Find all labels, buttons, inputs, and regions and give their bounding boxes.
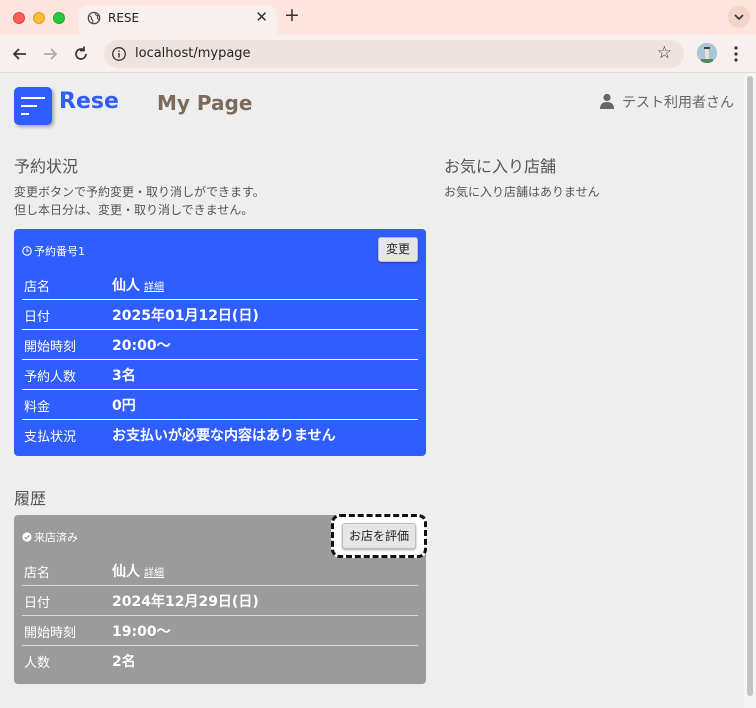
note-line: 但し本日分は、変更・取り消しできません。: [14, 203, 254, 217]
logo-text[interactable]: Rese: [59, 89, 119, 114]
menu-line: [21, 97, 45, 99]
review-shop-button[interactable]: お店を評価: [342, 523, 416, 549]
url-text: localhost/mypage: [135, 46, 251, 61]
table-row: 予約人数 3名: [22, 360, 418, 390]
row-value: 20:00〜: [112, 338, 171, 354]
reservations-note: 変更ボタンで予約変更・取り消しができます。 但し本日分は、変更・取り消しできませ…: [14, 183, 265, 219]
row-key: 支払状況: [24, 430, 77, 445]
row-value: 2名: [112, 654, 136, 670]
table-row: 日付 2025年01月12日(日): [22, 300, 418, 330]
row-value: お支払いが必要な内容はありません: [112, 428, 336, 444]
url-field[interactable]: localhost/mypage ☆: [104, 40, 684, 68]
address-bar-row: localhost/mypage ☆: [0, 35, 756, 73]
page-title: My Page: [157, 91, 253, 115]
change-button[interactable]: 変更: [378, 237, 418, 262]
forward-arrow-icon: [44, 48, 58, 60]
visited-label: 来店済み: [34, 531, 78, 544]
reservations-heading: 予約状況: [14, 157, 79, 176]
reload-button[interactable]: [70, 43, 92, 65]
tab-close-icon[interactable]: ✕: [255, 8, 268, 26]
row-key: 店名: [24, 280, 51, 295]
history-card-header: 来店済み: [22, 529, 78, 545]
reservation-card-header: 予約番号1: [22, 243, 85, 259]
table-row: 料金 0円: [22, 390, 418, 420]
row-value: 2025年01月12日(日): [112, 308, 259, 324]
window-zoom-button[interactable]: [53, 12, 65, 24]
table-row: 支払状況 お支払いが必要な内容はありません: [22, 420, 418, 450]
row-value: 仙人 詳細: [112, 275, 164, 295]
note-line: 変更ボタンで予約変更・取り消しができます。: [14, 185, 265, 199]
avatar-icon: [697, 43, 717, 63]
history-card: 来店済み お店を評価 店名 仙人 詳細 日付 2024年12月29日(日) 開始時…: [14, 514, 427, 684]
history-heading: 履歴: [14, 489, 47, 508]
user-name: テスト利用者さん: [622, 95, 734, 111]
row-key: 開始時刻: [24, 340, 77, 355]
detail-link[interactable]: 詳細: [144, 282, 164, 293]
reservation-card: 予約番号1 変更 店名 仙人 詳細 日付 2025年01月12日(日) 開始時刻 …: [14, 229, 426, 456]
reload-icon: [75, 46, 87, 60]
row-value: 0円: [112, 398, 136, 414]
shop-name: 仙人: [112, 564, 140, 580]
favorites-heading: お気に入り店舗: [444, 157, 557, 176]
row-key: 人数: [24, 656, 51, 671]
tab-title: RESE: [108, 11, 140, 25]
menu-line: [21, 105, 37, 107]
browser-tab[interactable]: RESE ✕: [79, 5, 277, 35]
window-minimize-button[interactable]: [33, 12, 45, 24]
bookmark-star-icon[interactable]: ☆: [657, 43, 672, 63]
row-value: 3名: [112, 368, 136, 384]
row-key: 料金: [24, 400, 51, 415]
table-row: 開始時刻 20:00〜: [22, 330, 418, 360]
window-close-button[interactable]: [13, 12, 25, 24]
table-row: 人数 2名: [22, 646, 418, 676]
page-content: Rese My Page テスト利用者さん 予約状況 変更ボタンで予約変更・取り…: [0, 74, 744, 708]
row-value: 19:00〜: [112, 624, 171, 640]
clock-icon: [22, 246, 32, 256]
person-icon: [600, 93, 614, 109]
chevron-down-icon: [734, 14, 744, 21]
browser-menu-icon[interactable]: [728, 44, 744, 64]
row-value: 仙人 詳細: [112, 561, 164, 581]
favorites-empty-text: お気に入り店舗はありません: [444, 185, 600, 199]
forward-button[interactable]: [39, 43, 61, 65]
row-key: 日付: [24, 310, 51, 325]
globe-icon: [87, 11, 101, 25]
browser-titlebar: RESE ✕ +: [0, 0, 756, 35]
table-row: 日付 2024年12月29日(日): [22, 586, 418, 616]
row-key: 開始時刻: [24, 626, 77, 641]
row-key: 日付: [24, 596, 51, 611]
scrollbar-thumb[interactable]: [747, 76, 753, 696]
tab-search-button[interactable]: [728, 6, 750, 28]
menu-button[interactable]: [14, 87, 52, 125]
row-key: 店名: [24, 566, 51, 581]
table-row: 店名 仙人 詳細: [22, 556, 418, 586]
shop-name: 仙人: [112, 278, 140, 294]
check-circle-icon: [22, 532, 32, 542]
profile-avatar[interactable]: [697, 43, 717, 63]
table-row: 店名 仙人 詳細: [22, 270, 418, 300]
row-key: 予約人数: [24, 370, 77, 385]
row-value: 2024年12月29日(日): [112, 594, 259, 610]
info-icon[interactable]: [111, 46, 127, 62]
new-tab-icon[interactable]: +: [284, 4, 300, 26]
back-button[interactable]: [9, 43, 31, 65]
menu-line: [21, 113, 29, 115]
back-arrow-icon: [12, 48, 26, 60]
table-row: 開始時刻 19:00〜: [22, 616, 418, 646]
detail-link[interactable]: 詳細: [144, 568, 164, 579]
reservation-number: 予約番号1: [34, 245, 85, 258]
